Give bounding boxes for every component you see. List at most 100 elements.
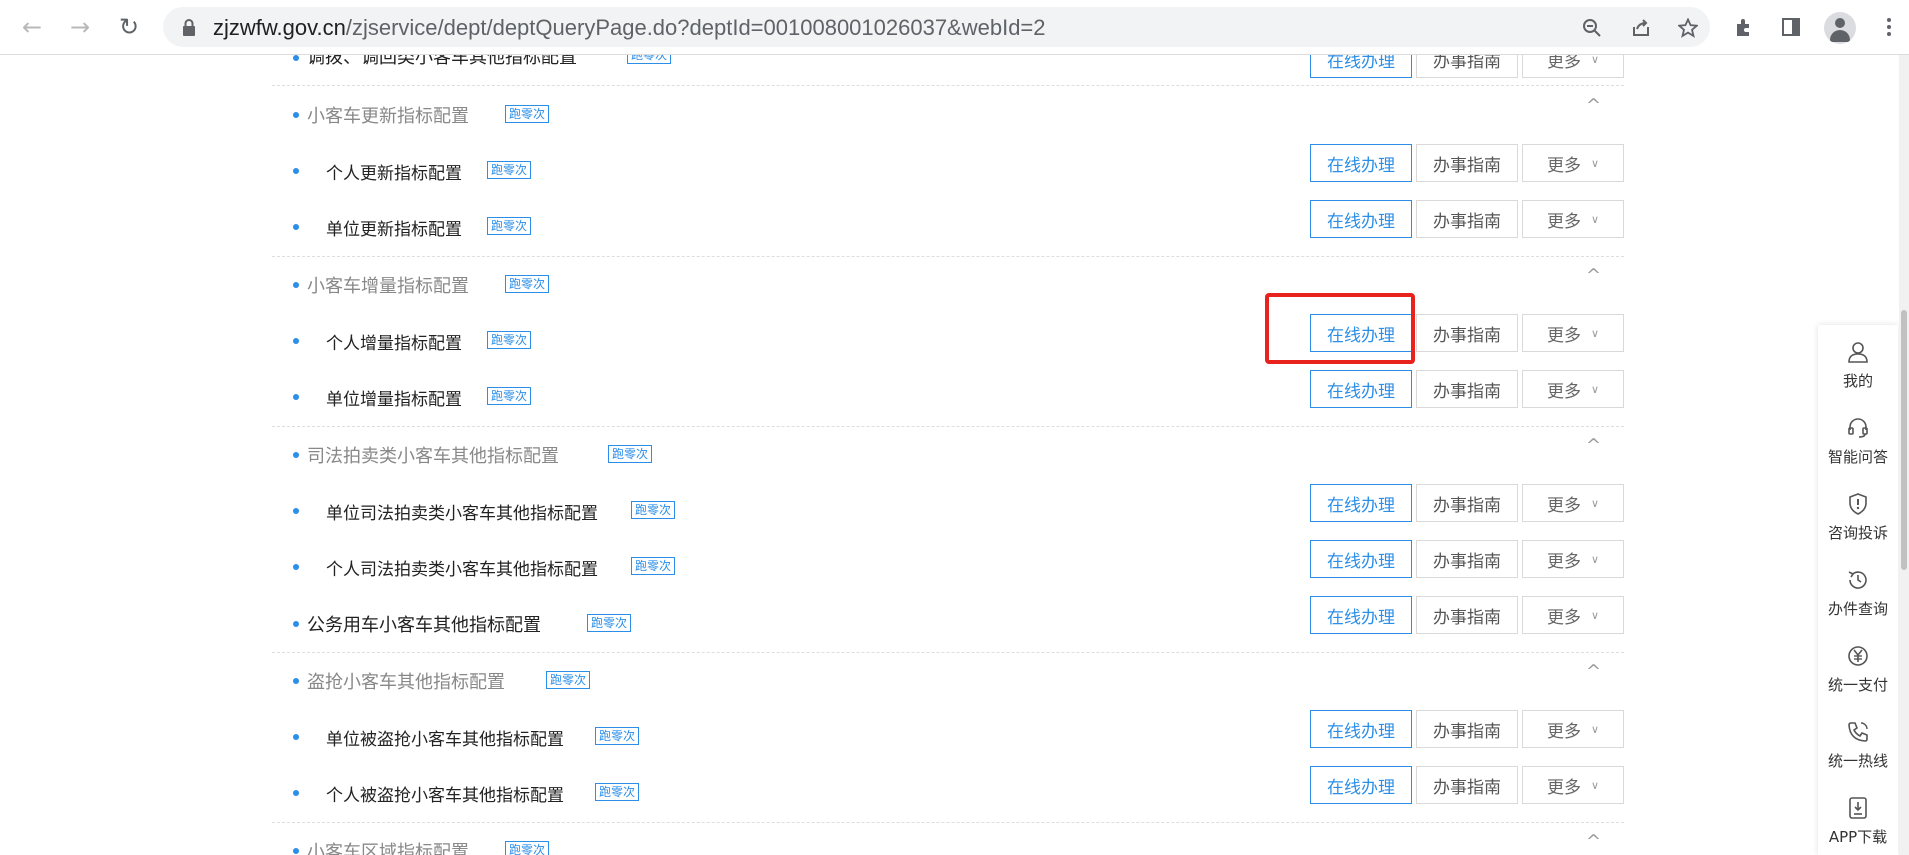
service-item-title[interactable]: 单位增量指标配置 (326, 385, 462, 410)
guide-button[interactable]: 办事指南 (1416, 55, 1518, 78)
zero-trip-badge: 跑零次 (631, 557, 676, 575)
more-button[interactable]: 更多 ∨ (1522, 200, 1624, 238)
forward-icon[interactable]: → (64, 11, 96, 43)
service-item-title[interactable]: 单位被盗抢小客车其他指标配置 (326, 725, 564, 750)
online-apply-button[interactable]: 在线办理 (1310, 370, 1412, 408)
online-apply-button[interactable]: 在线办理 (1310, 540, 1412, 578)
collapse-caret-icon[interactable]: ^ (1586, 661, 1601, 682)
star-icon[interactable] (1676, 16, 1700, 40)
download-icon (1846, 796, 1870, 820)
online-apply-button[interactable]: 在线办理 (1310, 484, 1412, 522)
side-item-smart-qa[interactable]: 智能问答 (1818, 416, 1898, 467)
online-apply-button[interactable]: 在线办理 (1310, 55, 1412, 78)
profile-icon[interactable] (1824, 12, 1856, 44)
floating-service-panel: 我的 智能问答 咨询投诉 办件查询 统一支付 统一热线 APP下载 (1818, 325, 1898, 855)
chevron-down-icon: ∨ (1590, 552, 1600, 566)
guide-button[interactable]: 办事指南 (1416, 540, 1518, 578)
reload-icon[interactable]: ↻ (113, 11, 145, 43)
extensions-icon[interactable] (1729, 12, 1759, 42)
address-bar[interactable]: zjzwfw.gov.cn/zjservice/dept/deptQueryPa… (163, 7, 1710, 47)
more-button[interactable]: 更多 ∨ (1522, 540, 1624, 578)
service-item-title[interactable]: 个人司法拍卖类小客车其他指标配置 (326, 555, 598, 580)
online-apply-button[interactable]: 在线办理 (1310, 710, 1412, 748)
more-button[interactable]: 更多 ∨ (1522, 596, 1624, 634)
zero-trip-badge: 跑零次 (627, 55, 672, 64)
side-item-query[interactable]: 办件查询 (1818, 568, 1898, 619)
list-bullet (293, 621, 299, 627)
more-button[interactable]: 更多 ∨ (1522, 55, 1624, 78)
category-title: 调拨、调回类小客车其他指标配置 (307, 55, 577, 68)
more-label: 更多 (1546, 381, 1581, 402)
guide-button[interactable]: 办事指南 (1416, 484, 1518, 522)
zero-trip-badge: 跑零次 (587, 614, 632, 632)
more-button[interactable]: 更多 ∨ (1522, 314, 1624, 352)
category-title: 小客车增量指标配置 (307, 276, 469, 297)
collapse-caret-icon[interactable]: ^ (1586, 95, 1601, 116)
guide-button[interactable]: 办事指南 (1416, 596, 1518, 634)
online-apply-button[interactable]: 在线办理 (1310, 766, 1412, 804)
zero-trip-badge: 跑零次 (608, 445, 653, 463)
category-title: 小客车更新指标配置 (307, 106, 469, 127)
side-item-complaint[interactable]: 咨询投诉 (1818, 492, 1898, 543)
list-bullet (293, 508, 299, 514)
side-item-payment[interactable]: 统一支付 (1818, 644, 1898, 695)
sidepanel-icon[interactable] (1776, 12, 1806, 42)
zero-trip-badge: 跑零次 (487, 387, 532, 405)
share-icon[interactable] (1629, 16, 1653, 40)
list-bullet (293, 564, 299, 570)
collapse-caret-icon[interactable]: ^ (1586, 265, 1601, 286)
side-item-app-download[interactable]: APP下载 (1818, 796, 1898, 847)
more-button[interactable]: 更多 ∨ (1522, 484, 1624, 522)
more-label: 更多 (1546, 211, 1581, 232)
side-item-label: 统一支付 (1827, 676, 1888, 694)
guide-button[interactable]: 办事指南 (1416, 314, 1518, 352)
divider (272, 85, 1624, 86)
online-apply-button[interactable]: 在线办理 (1310, 596, 1412, 634)
collapse-caret-icon[interactable]: ^ (1586, 435, 1601, 456)
chevron-down-icon: ∨ (1590, 722, 1600, 736)
guide-button[interactable]: 办事指南 (1416, 710, 1518, 748)
side-item-label: 智能问答 (1827, 448, 1888, 466)
collapse-caret-icon[interactable]: ^ (1586, 831, 1601, 852)
side-item-hotline[interactable]: 统一热线 (1818, 720, 1898, 771)
more-button[interactable]: 更多 ∨ (1522, 710, 1624, 748)
more-button[interactable]: 更多 ∨ (1522, 144, 1624, 182)
service-item-title[interactable]: 个人更新指标配置 (326, 159, 462, 184)
zero-trip-badge: 跑零次 (487, 161, 532, 179)
service-item-title[interactable]: 单位更新指标配置 (326, 215, 462, 240)
back-icon[interactable]: ← (16, 11, 48, 43)
menu-icon[interactable] (1874, 12, 1904, 42)
side-item-label: 咨询投诉 (1827, 524, 1888, 542)
side-item-my[interactable]: 我的 (1818, 340, 1898, 391)
service-item-title[interactable]: 公务用车小客车其他指标配置 (307, 611, 541, 637)
page-scrollbar[interactable] (1899, 55, 1909, 855)
lock-icon[interactable] (177, 16, 201, 40)
zero-trip-badge: 跑零次 (505, 105, 550, 123)
service-item-title[interactable]: 个人增量指标配置 (326, 329, 462, 354)
guide-button[interactable]: 办事指南 (1416, 144, 1518, 182)
online-apply-button[interactable]: 在线办理 (1310, 144, 1412, 182)
online-apply-button[interactable]: 在线办理 (1310, 200, 1412, 238)
zoom-icon[interactable] (1580, 16, 1604, 40)
shield-alert-icon (1846, 492, 1870, 516)
more-label: 更多 (1546, 495, 1581, 516)
service-item-title[interactable]: 单位司法拍卖类小客车其他指标配置 (326, 499, 598, 524)
more-label: 更多 (1546, 607, 1581, 628)
list-bullet (293, 678, 299, 684)
guide-button[interactable]: 办事指南 (1416, 200, 1518, 238)
list-bullet (293, 394, 299, 400)
url-path: /zjservice/dept/deptQueryPage.do?deptId=… (345, 15, 1046, 40)
list-bullet (293, 282, 299, 288)
zero-trip-badge: 跑零次 (505, 841, 550, 855)
service-item-title[interactable]: 个人被盗抢小客车其他指标配置 (326, 781, 564, 806)
browser-toolbar: ← → ↻ zjzwfw.gov.cn/zjservice/dept/deptQ… (0, 0, 1909, 55)
category-title: 司法拍卖类小客车其他指标配置 (307, 446, 559, 467)
scrollbar-thumb[interactable] (1901, 310, 1907, 570)
guide-button[interactable]: 办事指南 (1416, 766, 1518, 804)
zero-trip-badge: 跑零次 (595, 727, 640, 745)
url-text[interactable]: zjzwfw.gov.cn/zjservice/dept/deptQueryPa… (213, 15, 1046, 41)
more-button[interactable]: 更多 ∨ (1522, 370, 1624, 408)
more-button[interactable]: 更多 ∨ (1522, 766, 1624, 804)
side-item-label: 统一热线 (1827, 752, 1888, 770)
guide-button[interactable]: 办事指南 (1416, 370, 1518, 408)
